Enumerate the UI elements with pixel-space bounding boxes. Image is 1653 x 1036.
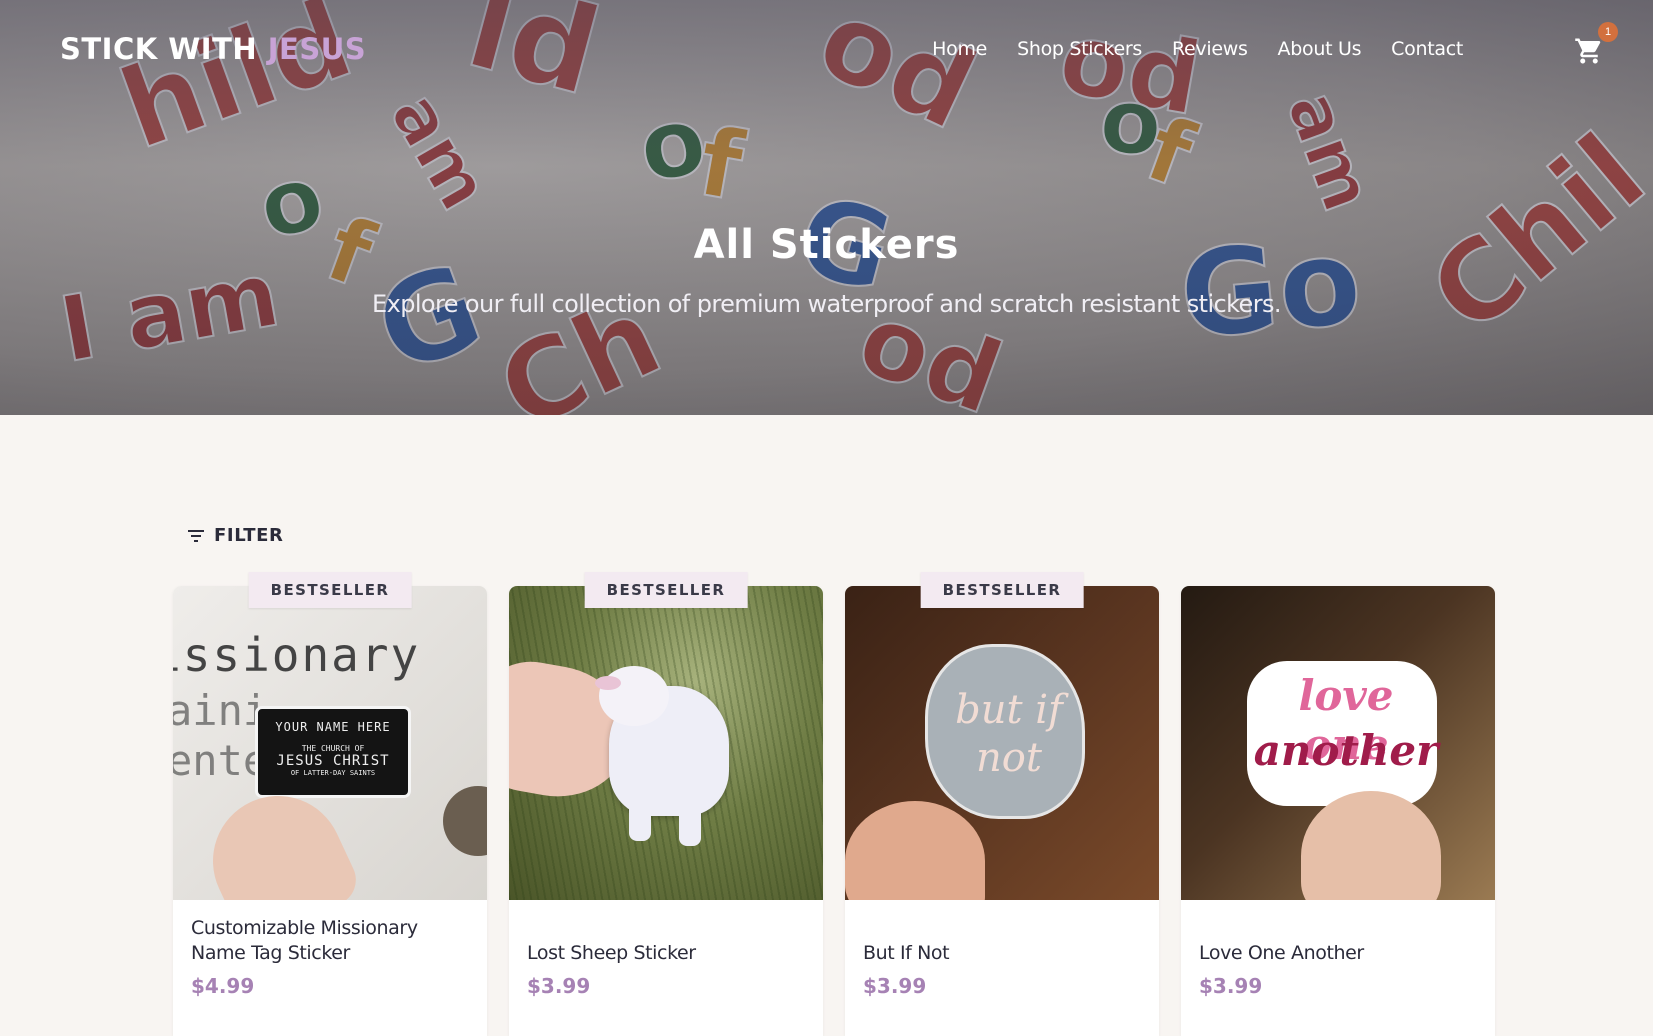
product-card[interactable]: love one another Love One Another $3.99 — [1181, 586, 1495, 1036]
lamb-leg — [679, 801, 701, 846]
lamb-head — [599, 666, 669, 726]
site-logo[interactable]: STICK WITH JESUS — [60, 32, 366, 66]
product-name[interactable]: Customizable Missionary Name Tag Sticker — [191, 916, 473, 966]
filter-button[interactable]: FILTER — [188, 525, 284, 546]
page-title: All Stickers — [693, 222, 960, 268]
hand-image — [1301, 791, 1441, 900]
nav-reviews[interactable]: Reviews — [1172, 38, 1248, 60]
hero-banner: hild ld od od am o f o f o f G G Go Ch C… — [0, 0, 1653, 415]
nav-home[interactable]: Home — [932, 38, 987, 60]
filter-lines-icon — [188, 529, 204, 542]
shopping-cart-icon[interactable] — [1574, 36, 1604, 66]
tag-jesus-line: JESUS CHRIST — [276, 753, 390, 769]
product-card[interactable]: BESTSELLER issionary aini ente YOUR NAME… — [173, 572, 487, 1036]
nav-contact[interactable]: Contact — [1391, 38, 1463, 60]
main-menu: Home Shop Stickers Reviews About Us Cont… — [932, 38, 1463, 60]
bestseller-badge: BESTSELLER — [920, 572, 1084, 608]
logo-accent-text: JESUS — [267, 32, 367, 66]
name-tag-sticker: YOUR NAME HERE THE CHURCH OF JESUS CHRIS… — [255, 706, 411, 798]
nav-about-us[interactable]: About Us — [1278, 38, 1362, 60]
product-price: $3.99 — [527, 974, 591, 998]
product-image[interactable]: issionary aini ente YOUR NAME HERE THE C… — [173, 586, 487, 900]
nav-shop-stickers[interactable]: Shop Stickers — [1017, 38, 1142, 60]
page-subtitle: Explore our full collection of premium w… — [372, 290, 1281, 318]
sticker-script-text: but if not — [955, 687, 1063, 781]
bestseller-badge: BESTSELLER — [248, 572, 412, 608]
product-name[interactable]: But If Not — [863, 941, 1145, 966]
product-name[interactable]: Love One Another — [1199, 941, 1481, 966]
background-sign-text-2: aini — [173, 686, 269, 735]
product-name[interactable]: Lost Sheep Sticker — [527, 941, 809, 966]
wall-fixture — [443, 786, 487, 856]
lamb-ear — [595, 676, 621, 690]
hand-image — [845, 801, 985, 900]
filter-label: FILTER — [214, 525, 284, 546]
product-price: $4.99 — [191, 974, 255, 998]
background-sign-text: issionary — [173, 628, 421, 682]
lamb-leg — [629, 801, 651, 841]
product-price: $3.99 — [863, 974, 927, 998]
tag-name-line: YOUR NAME HERE — [275, 720, 391, 734]
product-price: $3.99 — [1199, 974, 1263, 998]
tag-saints-line: OF LATTER-DAY SAINTS — [290, 769, 376, 777]
product-image[interactable]: but if not — [845, 586, 1159, 900]
top-navigation: STICK WITH JESUS Home Shop Stickers Revi… — [0, 0, 1653, 100]
tag-church-line: THE CHURCH OF — [301, 744, 365, 753]
cart-count-badge: 1 — [1598, 22, 1618, 42]
product-image[interactable] — [509, 586, 823, 900]
sticker-line-2: another — [1253, 726, 1439, 775]
product-card[interactable]: BESTSELLER Lost Sheep Sticker $3.99 — [509, 572, 823, 1036]
product-image[interactable]: love one another — [1181, 586, 1495, 900]
background-sign-text-3: ente — [173, 736, 269, 785]
product-card[interactable]: BESTSELLER but if not But If Not $3.99 — [845, 572, 1159, 1036]
logo-text: STICK WITH — [60, 32, 268, 66]
bestseller-badge: BESTSELLER — [584, 572, 748, 608]
